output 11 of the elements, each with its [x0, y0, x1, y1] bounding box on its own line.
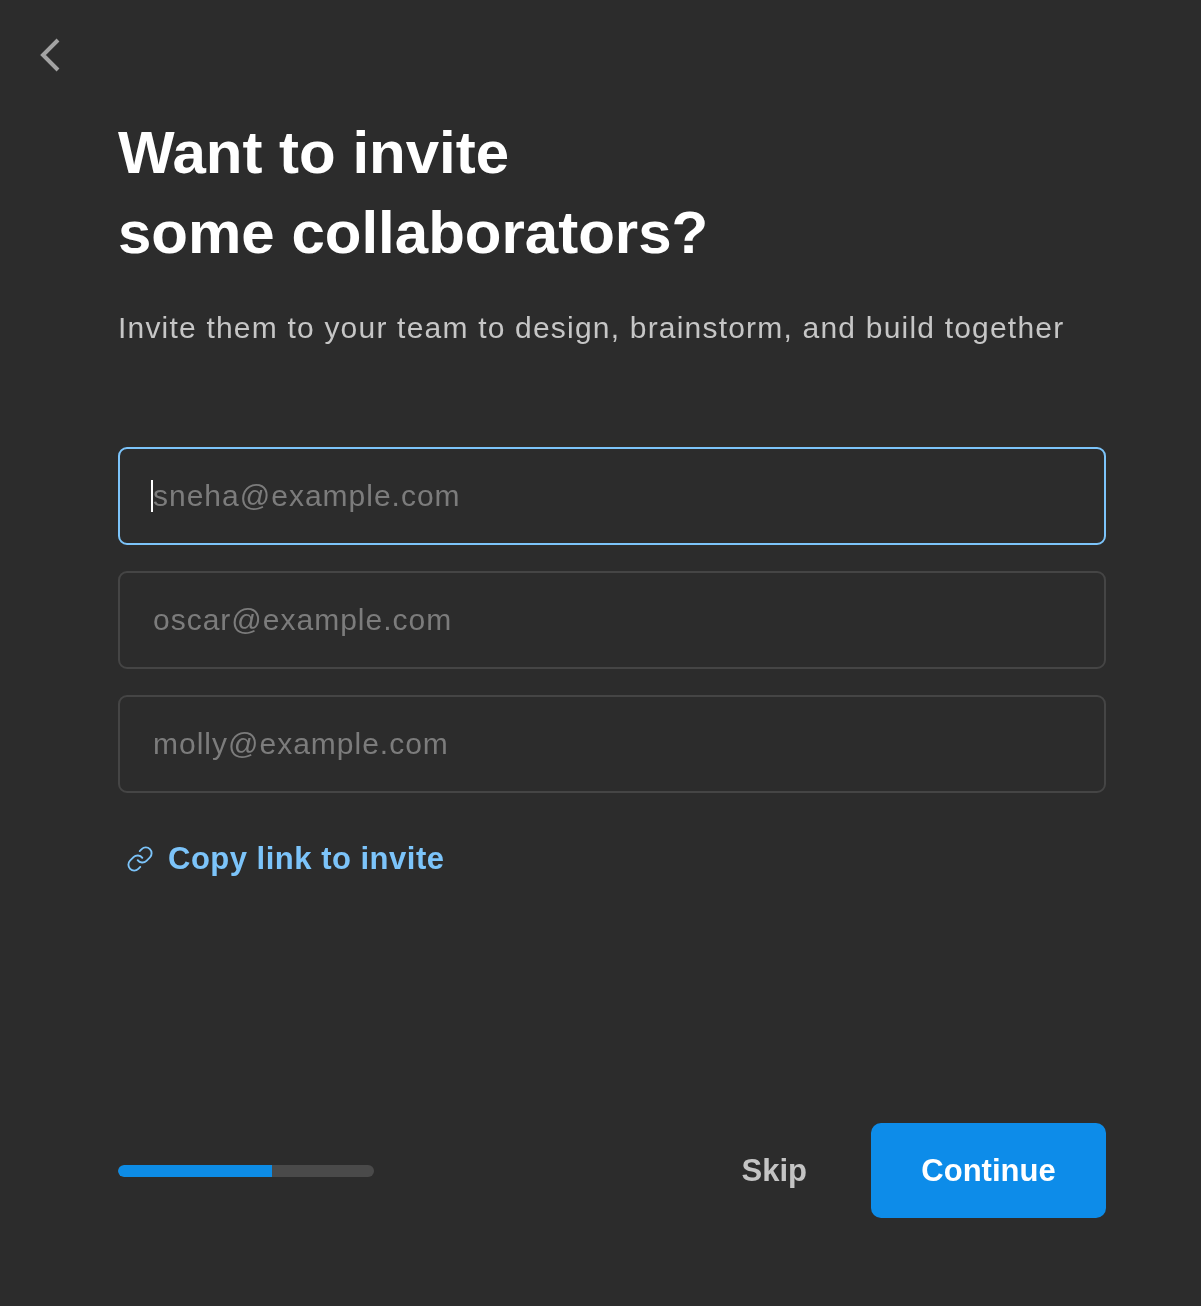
email-input-field[interactable]: sneha@example.com — [118, 447, 1106, 545]
email-input-field[interactable]: molly@example.com — [118, 695, 1106, 793]
link-icon — [126, 845, 154, 873]
page-subtitle: Invite them to your team to design, brainstorm, and build together — [118, 310, 1065, 346]
skip-button[interactable]: Skip — [729, 1140, 819, 1201]
copy-link[interactable]: Copy link to invite — [118, 839, 445, 879]
page-title: Want to invite some collaborators? — [118, 118, 709, 268]
back-chevron-icon — [40, 38, 60, 72]
continue-button[interactable]: Continue — [871, 1123, 1106, 1218]
text-cursor-icon — [151, 480, 153, 512]
email-input-field[interactable]: oscar@example.com — [118, 571, 1106, 669]
